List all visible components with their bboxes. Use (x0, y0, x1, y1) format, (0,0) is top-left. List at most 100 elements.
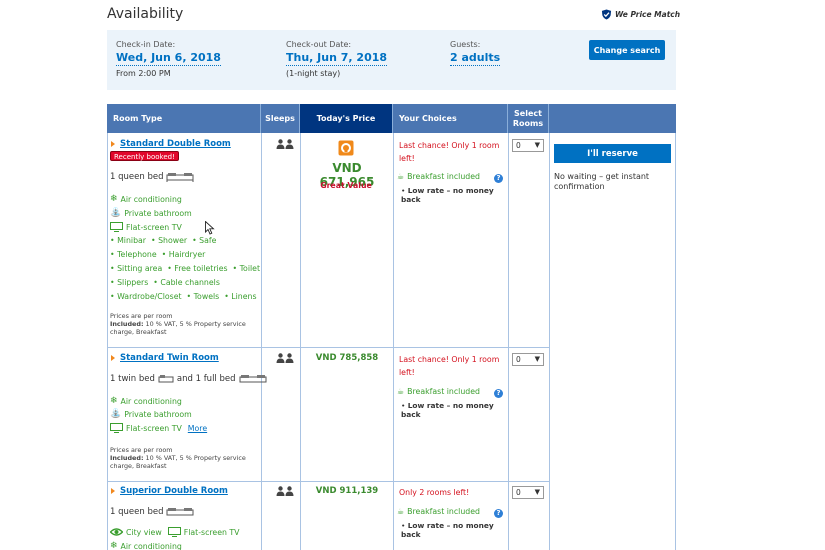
search-summary: Check-in Date: Wed, Jun 6, 2018 From 2:0… (107, 30, 676, 90)
mouse-cursor-icon (205, 221, 215, 235)
amenity-list: • Slippers • Cable channels (110, 278, 220, 287)
amenity: Linens (231, 292, 257, 301)
help-icon[interactable]: ? (494, 174, 503, 183)
amenity: Minibar (117, 236, 147, 245)
room-quantity-select[interactable]: 0 ▼ (512, 486, 544, 499)
price-note: Prices are per room Included: 10 % VAT, … (110, 446, 246, 470)
amenity: Hairdryer (168, 250, 206, 259)
room-quantity-select[interactable]: 0 ▼ (512, 139, 544, 152)
amenity: Sitting area (117, 264, 163, 273)
low-rate-info: • Low rate – no money back (401, 401, 494, 419)
twin-bed-icon (158, 375, 174, 383)
row-divider (107, 481, 549, 482)
facility-item: ❄ Air conditioning (110, 541, 182, 550)
grid-line (549, 133, 550, 550)
amenity: Safe (199, 236, 217, 245)
room-name-standard-double[interactable]: Standard Double Room (111, 139, 231, 149)
col-room-type: Room Type (107, 104, 261, 133)
change-search-button[interactable]: Change search (589, 40, 665, 60)
facility-item: City view Flat-screen TV (110, 527, 240, 537)
row-divider (107, 347, 549, 348)
facility-item: Flat-screen TV (110, 222, 182, 232)
grid-line (508, 133, 509, 550)
room-link[interactable]: Standard Twin Room (120, 353, 219, 363)
amenity-list: • Wardrobe/Closet • Towels • Linens (110, 292, 257, 301)
amenity: Towels (193, 292, 220, 301)
snowflake-icon: ❄ (110, 396, 118, 406)
price-match-badge: We Price Match (601, 9, 680, 20)
grid-line (393, 133, 394, 550)
bed-info: 1 queen bed (110, 507, 194, 517)
availability-text: Only 2 rooms left! (399, 488, 470, 497)
amenity: Free toiletries (174, 264, 228, 273)
amenity: Toilet (239, 264, 261, 273)
breakfast-info: ☕ Breakfast included (397, 507, 480, 516)
shield-check-icon (601, 9, 612, 20)
guests-value[interactable]: 2 adults (450, 51, 501, 66)
more-facilities-link[interactable]: More (188, 424, 207, 433)
shower-icon: ⛲ (110, 409, 122, 419)
expand-arrow-icon (111, 141, 115, 147)
bed-info: 1 queen bed (110, 172, 194, 182)
full-bed-icon (239, 375, 267, 383)
checkin-label: Check-in Date: (116, 40, 176, 49)
col-choices: Your Choices (393, 104, 508, 133)
room-price: VND 911,139 (315, 486, 379, 496)
grid-line (300, 133, 301, 550)
grid-line (261, 133, 262, 550)
instant-confirmation-note: No waiting – get instant confirmation (554, 172, 650, 191)
col-select-rooms: Select Rooms (508, 104, 549, 133)
guests-label: Guests: (450, 40, 481, 49)
page-title: Availability (107, 6, 184, 22)
checkin-time: From 2:00 PM (116, 69, 171, 78)
checkin-value[interactable]: Wed, Jun 6, 2018 (116, 51, 221, 66)
room-price: VND 785,858 (315, 353, 379, 363)
tv-icon (110, 423, 123, 433)
queen-bed-icon (166, 508, 194, 516)
facility-item: ⛲ Private bathroom (110, 208, 192, 218)
tv-icon (167, 527, 181, 537)
facility-item: Flat-screen TV More (110, 423, 207, 433)
col-sleeps: Sleeps (261, 104, 300, 133)
amenity: Wardrobe/Closet (117, 292, 182, 301)
amenity: Shower (158, 236, 188, 245)
breakfast-icon: ☕ (397, 172, 405, 181)
amenity-list: • Sitting area • Free toiletries • Toile… (110, 264, 261, 273)
amenity-list: • Telephone • Hairdryer (110, 250, 206, 259)
recently-booked-badge: Recently booked! (110, 151, 179, 161)
queen-bed-icon (166, 173, 194, 182)
grid-line (675, 133, 676, 550)
checkout-value[interactable]: Thu, Jun 7, 2018 (286, 51, 388, 66)
great-value-label: Great Value (320, 181, 372, 190)
bed-text: 1 queen bed (110, 172, 164, 182)
low-rate-info: • Low rate – no money back (401, 521, 494, 539)
dropdown-arrow-icon: ▼ (534, 141, 540, 149)
great-value-icon (338, 140, 354, 158)
tv-icon (110, 222, 123, 232)
price-note: Prices are per room Included: 10 % VAT, … (110, 312, 246, 336)
col-price: Today's Price (300, 104, 393, 133)
dropdown-arrow-icon: ▼ (534, 488, 540, 496)
breakfast-icon: ☕ (397, 387, 405, 396)
room-link[interactable]: Standard Double Room (120, 139, 231, 149)
availability-text: Last chance! Only 1 room left! (399, 355, 500, 377)
room-quantity-select[interactable]: 0 ▼ (512, 353, 544, 366)
help-icon[interactable]: ? (494, 389, 503, 398)
amenity-list: • Minibar • Shower • Safe (110, 236, 217, 245)
snowflake-icon: ❄ (110, 541, 118, 550)
availability-text: Last chance! Only 1 room left! (399, 141, 500, 163)
room-link[interactable]: Superior Double Room (120, 486, 228, 496)
room-name-standard-twin[interactable]: Standard Twin Room (111, 353, 219, 363)
facility-item: ⛲ Private bathroom (110, 409, 192, 419)
checkout-label: Check-out Date: (286, 40, 352, 49)
stay-length: (1-night stay) (286, 69, 341, 78)
amenity: Telephone (117, 250, 157, 259)
sleeps-two-icon (276, 139, 294, 151)
help-icon[interactable]: ? (494, 509, 503, 518)
grid-line (107, 133, 108, 550)
facility-item: ❄ Air conditioning (110, 396, 182, 406)
breakfast-icon: ☕ (397, 507, 405, 516)
reserve-button[interactable]: I'll reserve (554, 144, 671, 163)
expand-arrow-icon (111, 355, 115, 361)
room-name-superior-double[interactable]: Superior Double Room (111, 486, 228, 496)
